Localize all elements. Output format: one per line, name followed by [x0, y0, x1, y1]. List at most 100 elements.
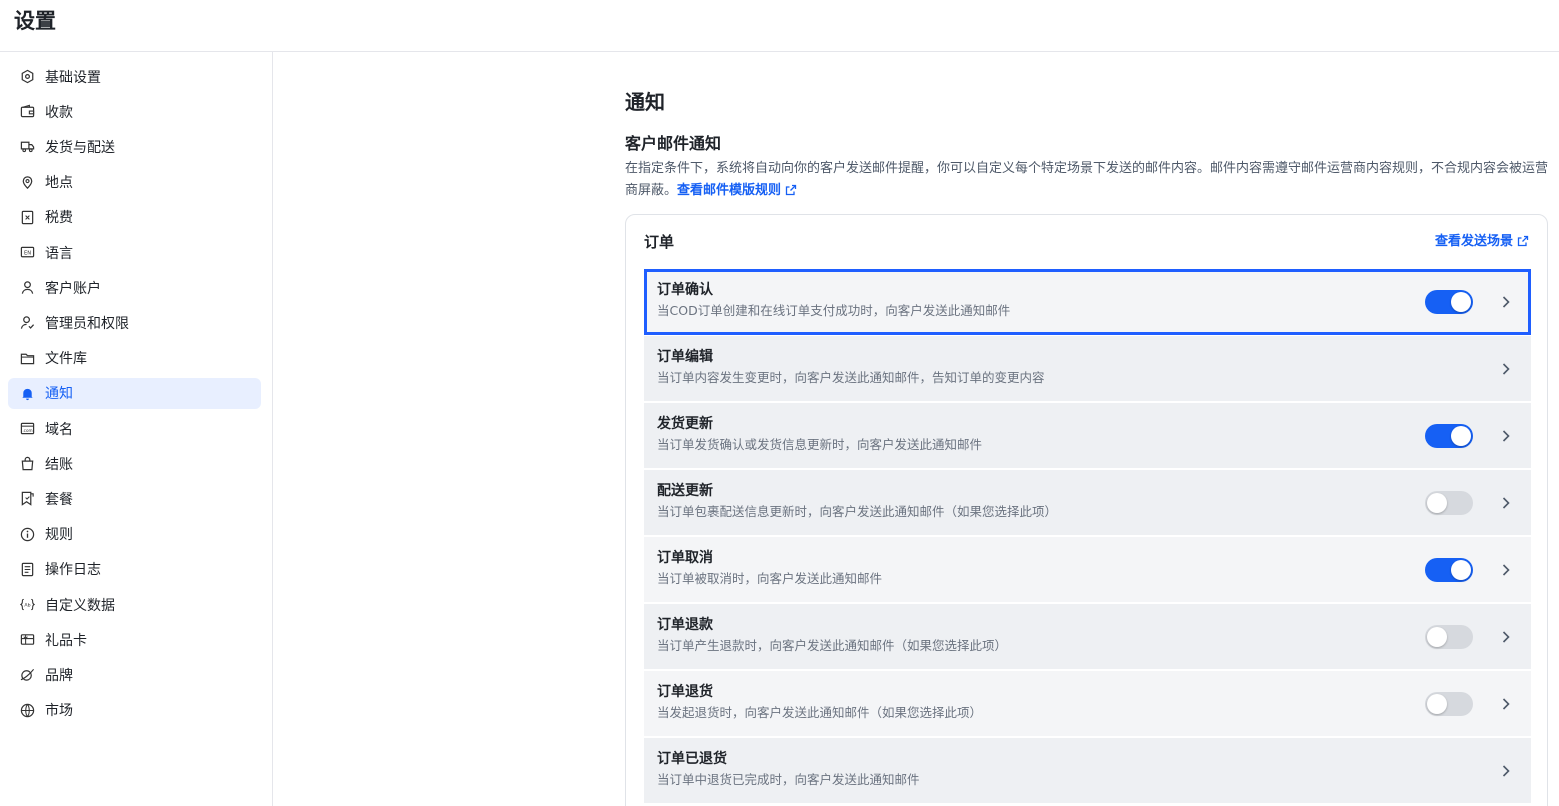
- sidebar-item-6[interactable]: 客户账户: [8, 272, 261, 303]
- wallet-icon: [19, 104, 35, 120]
- custom-data-icon: Ab: [19, 597, 35, 613]
- sidebar-item-5[interactable]: EN 语言: [8, 237, 261, 268]
- tax-receipt-icon: [19, 209, 35, 225]
- location-pin-icon: [19, 174, 35, 190]
- notification-toggle[interactable]: [1425, 692, 1473, 716]
- notification-subtitle: 当订单发货确认或发货信息更新时，向客户发送此通知邮件: [657, 437, 983, 452]
- toggle-knob: [1451, 292, 1471, 312]
- notification-row[interactable]: 订单编辑当订单内容发生变更时，向客户发送此通知邮件，告知订单的变更内容: [644, 336, 1531, 402]
- sidebar-item-label: 品牌: [45, 667, 73, 684]
- sidebar-item-label: 地点: [45, 175, 73, 192]
- notification-title: 配送更新: [657, 483, 713, 499]
- settings-sidebar: 基础设置收款发货与配送地点税费 EN 语言客户账户管理员和权限文件库通知 .com 域名…: [0, 52, 273, 806]
- sidebar-item-13[interactable]: 规则: [8, 519, 261, 550]
- globe-icon: [19, 702, 35, 718]
- chevron-right-icon[interactable]: [1499, 629, 1513, 645]
- notification-row[interactable]: 订单已退货当订单中退货已完成时，向客户发送此通知邮件: [644, 738, 1531, 804]
- sidebar-item-label: 自定义数据: [45, 597, 115, 614]
- notification-row[interactable]: 发货更新 当订单发货确认或发货信息更新时，向客户发送此通知邮件: [644, 403, 1531, 469]
- sidebar-item-label: 操作日志: [45, 562, 101, 579]
- hexagon-settings-icon: [19, 69, 35, 85]
- external-link-icon: [785, 182, 797, 204]
- notification-subtitle: 当订单产生退款时，向客户发送此通知邮件（如果您选择此项）: [657, 638, 1008, 653]
- sidebar-item-label: 发货与配送: [45, 139, 115, 156]
- sidebar-item-15[interactable]: Ab 自定义数据: [8, 589, 261, 620]
- toggle-knob: [1451, 560, 1471, 580]
- svg-text:.com: .com: [22, 428, 32, 433]
- toggle-knob: [1427, 493, 1447, 513]
- log-icon: [19, 561, 35, 577]
- notification-row[interactable]: 订单确认 当COD订单创建和在线订单支付成功时，向客户发送此通知邮件: [644, 269, 1531, 335]
- template-rules-link-label: 查看邮件模版规则: [677, 183, 782, 198]
- sidebar-item-label: 市场: [45, 703, 73, 720]
- notification-title: 订单编辑: [657, 349, 713, 365]
- chevron-right-icon[interactable]: [1499, 495, 1513, 511]
- sidebar-item-10[interactable]: .com 域名: [8, 413, 261, 444]
- sidebar-item-3[interactable]: 地点: [8, 167, 261, 198]
- domain-icon: .com: [19, 421, 35, 437]
- view-scenarios-label: 查看发送场景: [1434, 234, 1513, 249]
- bell-icon: [19, 385, 35, 401]
- chevron-right-icon[interactable]: [1499, 294, 1513, 310]
- sidebar-item-label: 套餐: [45, 491, 73, 508]
- chevron-right-icon[interactable]: [1499, 361, 1513, 377]
- notification-toggle[interactable]: [1425, 625, 1473, 649]
- shopping-bag-icon: [19, 456, 35, 472]
- toggle-knob: [1451, 426, 1471, 446]
- notification-title: 订单退款: [657, 617, 713, 633]
- sidebar-item-18[interactable]: 市场: [8, 695, 261, 726]
- notification-row[interactable]: 订单取消 当订单被取消时，向客户发送此通知邮件: [644, 537, 1531, 603]
- sidebar-item-label: 通知: [45, 386, 73, 403]
- sidebar-item-label: 语言: [45, 245, 73, 262]
- template-rules-link[interactable]: 查看邮件模版规则: [677, 183, 797, 198]
- notification-subtitle: 当订单中退货已完成时，向客户发送此通知邮件: [657, 772, 920, 787]
- sidebar-item-16[interactable]: 礼品卡: [8, 624, 261, 655]
- notification-subtitle: 当订单内容发生变更时，向客户发送此通知邮件，告知订单的变更内容: [657, 370, 1045, 385]
- sidebar-item-label: 税费: [45, 210, 73, 227]
- sidebar-item-17[interactable]: 品牌: [8, 659, 261, 690]
- svg-text:EN: EN: [23, 250, 30, 256]
- sidebar-item-label: 结账: [45, 456, 73, 473]
- chevron-right-icon[interactable]: [1499, 763, 1513, 779]
- card-header: 订单 查看发送场景: [626, 215, 1547, 269]
- sidebar-item-4[interactable]: 税费: [8, 202, 261, 233]
- user-check-icon: [19, 315, 35, 331]
- order-notifications-card: 订单 查看发送场景 订单确认 当COD订单创建和在线订单支付成功时，向客户发送此通…: [625, 214, 1548, 806]
- toggle-knob: [1427, 694, 1447, 714]
- notification-toggle[interactable]: [1425, 491, 1473, 515]
- notification-toggle[interactable]: [1425, 424, 1473, 448]
- view-scenarios-link[interactable]: 查看发送场景: [1435, 233, 1529, 253]
- sidebar-item-9[interactable]: 通知: [8, 377, 261, 409]
- chevron-right-icon[interactable]: [1499, 428, 1513, 444]
- notification-toggle[interactable]: [1425, 558, 1473, 582]
- main-content: 通知 客户邮件通知 在指定条件下，系统将自动向你的客户发送邮件提醒，你可以自定义…: [274, 52, 1559, 806]
- section-heading: 通知: [625, 90, 665, 114]
- sidebar-item-7[interactable]: 管理员和权限: [8, 307, 261, 338]
- sidebar-item-14[interactable]: 操作日志: [8, 554, 261, 585]
- sidebar-item-0[interactable]: 基础设置: [8, 61, 261, 92]
- sidebar-item-8[interactable]: 文件库: [8, 343, 261, 374]
- notification-subtitle: 当订单包裹配送信息更新时，向客户发送此通知邮件（如果您选择此项）: [657, 504, 1058, 519]
- sidebar-item-11[interactable]: 结账: [8, 448, 261, 479]
- chevron-right-icon[interactable]: [1499, 696, 1513, 712]
- notification-subtitle: 当发起退货时，向客户发送此通知邮件（如果您选择此项）: [657, 705, 983, 720]
- folder-icon: [19, 350, 35, 366]
- chevron-right-icon[interactable]: [1499, 562, 1513, 578]
- sidebar-item-2[interactable]: 发货与配送: [8, 131, 261, 162]
- notification-row[interactable]: 订单退款当订单产生退款时，向客户发送此通知邮件（如果您选择此项）: [644, 604, 1531, 670]
- sidebar-item-label: 域名: [45, 421, 73, 438]
- notification-row[interactable]: 订单退货 当发起退货时，向客户发送此通知邮件（如果您选择此项）: [644, 671, 1531, 737]
- sidebar-item-label: 收款: [45, 104, 73, 121]
- notification-row[interactable]: 配送更新当订单包裹配送信息更新时，向客户发送此通知邮件（如果您选择此项）: [644, 470, 1531, 536]
- sidebar-item-label: 客户账户: [45, 280, 101, 297]
- notification-title: 订单确认: [657, 282, 713, 298]
- notification-title: 订单已退货: [657, 751, 727, 767]
- page-title: 设置: [14, 9, 56, 33]
- top-bar: 设置: [0, 0, 1559, 52]
- notification-description: 在指定条件下，系统将自动向你的客户发送邮件提醒，你可以自定义每个特定场景下发送的…: [625, 158, 1553, 204]
- sidebar-item-1[interactable]: 收款: [8, 96, 261, 127]
- sidebar-item-label: 管理员和权限: [45, 315, 129, 332]
- notification-toggle[interactable]: [1425, 290, 1473, 314]
- external-link-icon: [1517, 235, 1529, 253]
- sidebar-item-12[interactable]: 套餐: [8, 483, 261, 514]
